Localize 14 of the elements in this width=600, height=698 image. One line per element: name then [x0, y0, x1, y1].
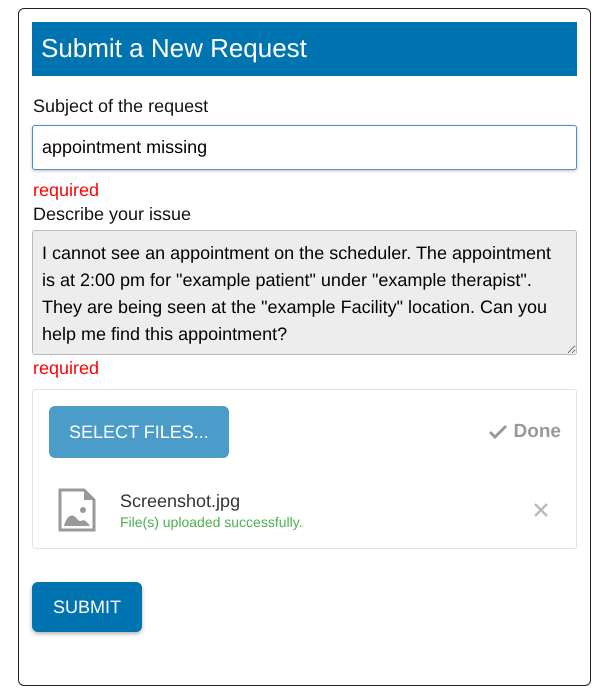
upload-status: Done [514, 421, 561, 443]
description-field[interactable]: I cannot see an appointment on the scheduler. The appointment is at 2:00 pm for "example patient" under "example therapist". They are being seen at the "example Facility" location. Can you help me find this appointment? [32, 230, 577, 355]
error-message: required [33, 180, 100, 201]
field-label: Describe your issue [33, 204, 192, 225]
field-label: Subject of the request [33, 96, 210, 117]
close-icon[interactable] [533, 502, 549, 518]
subject-field[interactable]: appointment missing [32, 125, 577, 170]
submit-button[interactable]: SUBMIT [32, 582, 142, 632]
file-name: Screenshot.jpg [120, 490, 242, 512]
upload-message: File(s) uploaded successfully. [120, 514, 304, 530]
image-file-icon [58, 488, 96, 532]
form-title: Submit a New Request [32, 22, 577, 76]
check-icon [488, 424, 508, 440]
error-message: required [33, 358, 100, 379]
